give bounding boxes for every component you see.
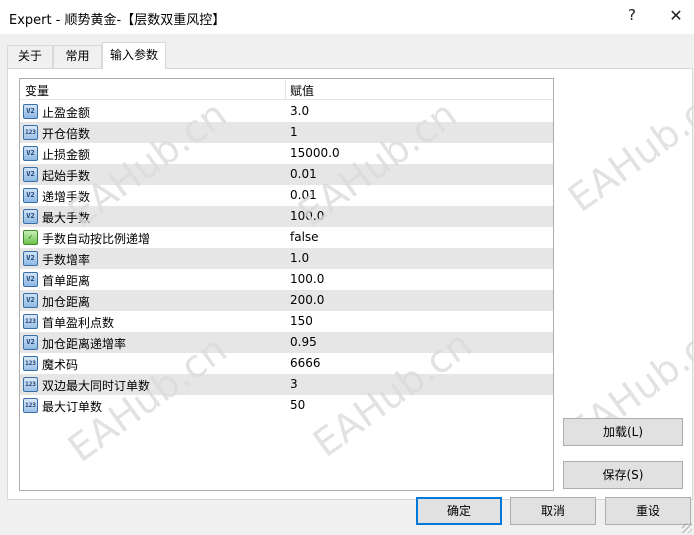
column-header-value[interactable]: 赋值 [290, 82, 314, 99]
parameter-value[interactable]: 3.0 [290, 104, 309, 118]
integer-value-icon: 123 [23, 377, 38, 392]
table-row[interactable]: V2 起始手数 0.01 [20, 164, 553, 185]
parameter-name: 开仓倍数 [42, 127, 91, 141]
parameter-name: 魔术码 [42, 358, 79, 372]
table-row[interactable]: 123 魔术码 6666 [20, 353, 553, 374]
double-value-icon: V2 [23, 293, 38, 308]
parameter-name: 递增手数 [42, 190, 91, 204]
parameter-value[interactable]: 0.01 [290, 188, 317, 202]
grid-rows: V2 止盈金额 3.0 123 开仓倍数 1 V2 止损金额 15000.0 V2 起始手数 0.01… [20, 101, 553, 416]
double-value-icon: V2 [23, 104, 38, 119]
tab-inputs[interactable]: 输入参数 [102, 42, 166, 69]
double-value-icon: V2 [23, 167, 38, 182]
parameter-name: 最大手数 [42, 211, 91, 225]
tab-about[interactable]: 关于 [7, 45, 53, 68]
table-row[interactable]: 123 开仓倍数 1 [20, 122, 553, 143]
close-icon[interactable]: ✕ [664, 6, 688, 25]
parameter-name: 手数自动按比例递增 [42, 232, 151, 246]
parameter-name: 首单距离 [42, 274, 91, 288]
parameter-value[interactable]: 3 [290, 377, 298, 391]
double-value-icon: V2 [23, 272, 38, 287]
parameter-name: 加仓距离递增率 [42, 337, 127, 351]
parameter-name: 最大订单数 [42, 400, 103, 414]
table-row[interactable]: V2 加仓距离递增率 0.95 [20, 332, 553, 353]
integer-value-icon: 123 [23, 125, 38, 140]
parameter-name: 起始手数 [42, 169, 91, 183]
load-button[interactable]: 加载(L) [563, 418, 683, 446]
table-row[interactable]: V2 止盈金额 3.0 [20, 101, 553, 122]
table-row[interactable]: V2 加仓距离 200.0 [20, 290, 553, 311]
double-value-icon: V2 [23, 188, 38, 203]
double-value-icon: V2 [23, 251, 38, 266]
parameter-name: 手数增率 [42, 253, 91, 267]
parameter-name: 止损金额 [42, 148, 91, 162]
table-row[interactable]: V2 最大手数 100.0 [20, 206, 553, 227]
parameter-value[interactable]: 100.0 [290, 272, 324, 286]
integer-value-icon: 123 [23, 398, 38, 413]
tab-common[interactable]: 常用 [53, 45, 102, 68]
table-row[interactable]: 123 双边最大同时订单数 3 [20, 374, 553, 395]
parameter-name: 首单盈利点数 [42, 316, 115, 330]
parameter-value[interactable]: 150 [290, 314, 313, 328]
parameter-value[interactable]: 100.0 [290, 209, 324, 223]
parameter-value[interactable]: 1 [290, 125, 298, 139]
table-row[interactable]: V2 首单距离 100.0 [20, 269, 553, 290]
double-value-icon: V2 [23, 146, 38, 161]
save-button[interactable]: 保存(S) [563, 461, 683, 489]
table-row[interactable]: ✓ 手数自动按比例递增 false [20, 227, 553, 248]
parameter-value[interactable]: 6666 [290, 356, 321, 370]
parameter-value[interactable]: 50 [290, 398, 305, 412]
help-icon[interactable]: ? [620, 6, 644, 24]
double-value-icon: V2 [23, 209, 38, 224]
resize-grip-icon[interactable] [682, 523, 692, 533]
parameter-value[interactable]: 0.95 [290, 335, 317, 349]
table-row[interactable]: V2 递增手数 0.01 [20, 185, 553, 206]
parameter-name: 双边最大同时订单数 [42, 379, 151, 393]
window-title: Expert - 顺势黄金-【层数双重风控】 [9, 13, 226, 28]
double-value-icon: V2 [23, 335, 38, 350]
column-divider[interactable] [285, 79, 286, 100]
title-bar: Expert - 顺势黄金-【层数双重风控】 ? ✕ [0, 0, 694, 34]
parameters-grid: 变量 赋值 V2 止盈金额 3.0 123 开仓倍数 1 V2 止损金额 15000.0 V2 起始… [19, 78, 554, 491]
integer-value-icon: 123 [23, 356, 38, 371]
table-row[interactable]: V2 手数增率 1.0 [20, 248, 553, 269]
integer-value-icon: 123 [23, 314, 38, 329]
table-row[interactable]: 123 最大订单数 50 [20, 395, 553, 416]
parameter-value[interactable]: 15000.0 [290, 146, 340, 160]
parameter-name: 加仓距离 [42, 295, 91, 309]
reset-button[interactable]: 重设 [605, 497, 691, 525]
boolean-value-icon: ✓ [23, 230, 38, 245]
parameter-value[interactable]: false [290, 230, 319, 244]
parameter-value[interactable]: 1.0 [290, 251, 309, 265]
ok-button[interactable]: 确定 [416, 497, 502, 525]
parameter-value[interactable]: 200.0 [290, 293, 324, 307]
table-row[interactable]: V2 止损金额 15000.0 [20, 143, 553, 164]
cancel-button[interactable]: 取消 [510, 497, 596, 525]
parameter-value[interactable]: 0.01 [290, 167, 317, 181]
table-row[interactable]: 123 首单盈利点数 150 [20, 311, 553, 332]
column-header-variable[interactable]: 变量 [25, 82, 49, 99]
parameter-name: 止盈金额 [42, 106, 91, 120]
grid-header: 变量 赋值 [20, 79, 553, 100]
